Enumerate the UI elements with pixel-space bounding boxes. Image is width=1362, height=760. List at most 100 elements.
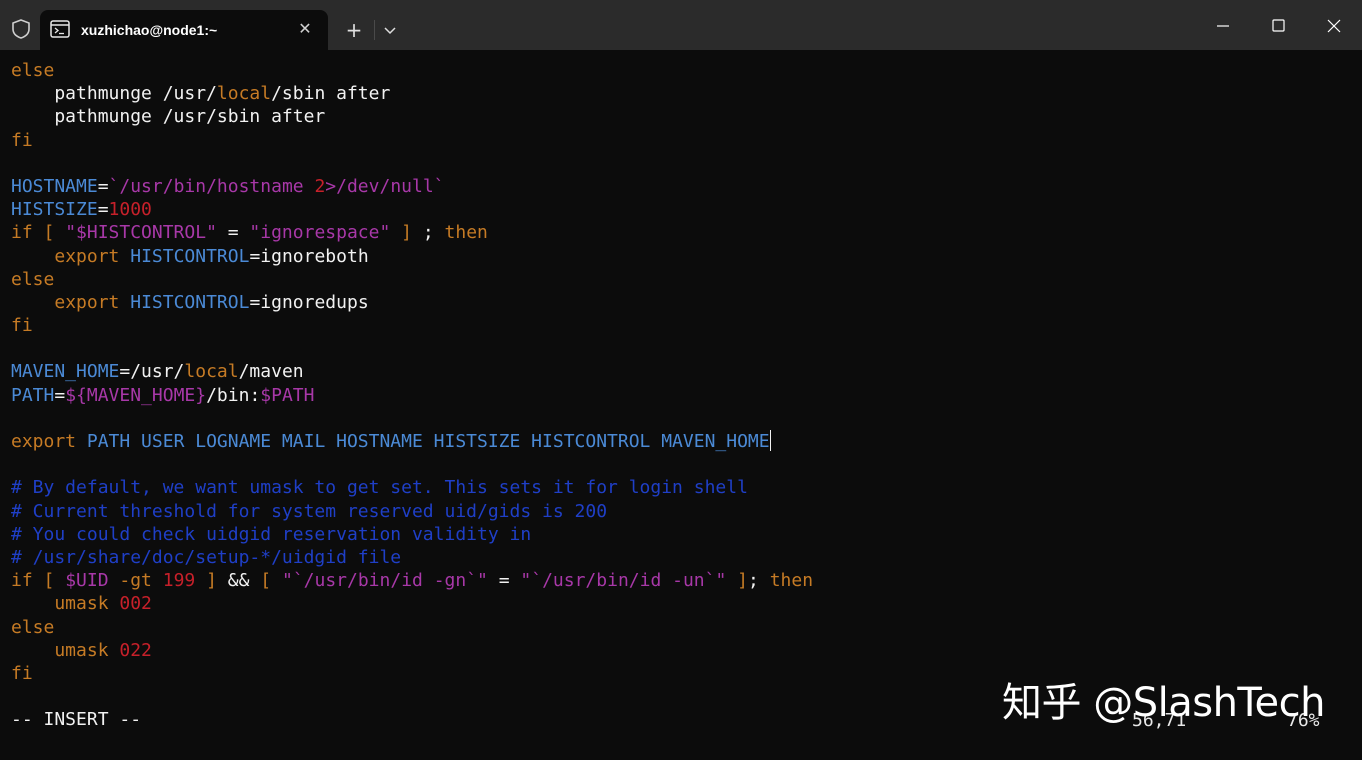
- token-keyword: else: [11, 616, 55, 638]
- token-keyword: ]: [195, 570, 217, 592]
- token-plain: /maven: [238, 361, 304, 383]
- terminal-buffer[interactable]: else pathmunge /usr/local/sbin after pat…: [11, 59, 813, 731]
- terminal-line: # By default, we want umask to get set. …: [11, 476, 813, 499]
- tab-title: xuzhichao@node1:~: [81, 22, 218, 38]
- token-plain: ;: [412, 222, 445, 244]
- close-tab-button[interactable]: ✕: [295, 18, 315, 40]
- token-comment: # Current threshold for system reserved …: [11, 500, 608, 522]
- token-string: "$HISTCONTROL": [65, 222, 217, 244]
- token-keyword: local: [184, 361, 239, 383]
- token-variable: HOSTNAME: [11, 175, 98, 197]
- terminal-line: pathmunge /usr/local/sbin after: [11, 82, 813, 105]
- terminal-line: PATH=${MAVEN_HOME}/bin:$PATH: [11, 384, 813, 407]
- terminal-line: export HISTCONTROL=ignoredups: [11, 291, 813, 314]
- token-string: ${MAVEN_HOME}: [65, 384, 207, 406]
- token-string: $UID: [65, 570, 109, 592]
- token-string: >/dev/null`: [325, 175, 445, 197]
- token-plain: -- INSERT --: [11, 709, 142, 731]
- terminal-line: pathmunge /usr/sbin after: [11, 105, 813, 128]
- token-comment: # By default, we want umask to get set. …: [11, 477, 748, 499]
- close-window-button[interactable]: [1311, 12, 1357, 40]
- token-plain: pathmunge /usr/: [11, 83, 217, 105]
- token-number: 002: [119, 593, 152, 615]
- tab-terminal[interactable]: xuzhichao@node1:~ ✕: [40, 10, 328, 50]
- token-keyword: fi: [11, 315, 33, 337]
- terminal-line: umask 022: [11, 639, 813, 662]
- shield-icon[interactable]: [10, 18, 32, 40]
- token-plain: =: [487, 570, 521, 592]
- token-comment: # /usr/share/doc/setup-*/uidgid file: [11, 546, 402, 568]
- token-plain: &&: [216, 570, 261, 592]
- token-plain: =: [97, 175, 109, 197]
- terminal-line: fi: [11, 314, 813, 337]
- token-keyword: ]: [726, 570, 748, 592]
- terminal-line: else: [11, 268, 813, 291]
- token-plain: /bin:: [206, 384, 261, 406]
- token-keyword: [: [260, 570, 282, 592]
- token-plain: =ignoreboth: [249, 245, 369, 267]
- token-number: 1000: [108, 199, 152, 221]
- token-variable: PATH: [11, 384, 55, 406]
- token-variable: HISTCONTROL: [130, 291, 250, 313]
- terminal-line: HOSTNAME=`/usr/bin/hostname 2>/dev/null`: [11, 175, 813, 198]
- new-tab-button[interactable]: +: [340, 16, 368, 44]
- token-string: "`/usr/bin/id -gn`": [281, 570, 488, 592]
- token-number: 199: [162, 570, 196, 592]
- token-variable: HISTSIZE: [11, 199, 98, 221]
- terminal-line: fi: [11, 129, 813, 152]
- terminal-line: if [ $UID -gt 199 ] && [ "`/usr/bin/id -…: [11, 569, 813, 592]
- token-variable: MAVEN_HOME: [11, 361, 120, 383]
- token-keyword: export: [11, 431, 77, 452]
- tab-divider: [374, 20, 375, 40]
- token-string: "`/usr/bin/id -un`": [520, 570, 727, 592]
- token-plain: pathmunge /usr/sbin after: [11, 106, 326, 128]
- token-keyword: if [: [11, 222, 66, 244]
- terminal-line: if [ "$HISTCONTROL" = "ignorespace" ] ; …: [11, 221, 813, 244]
- terminal-line: else: [11, 616, 813, 639]
- token-plain: =: [216, 222, 250, 244]
- token-string: `/usr/bin/hostname: [108, 175, 315, 197]
- maximize-button[interactable]: [1255, 12, 1301, 40]
- minimize-button[interactable]: [1200, 12, 1246, 40]
- token-plain: =: [54, 384, 66, 406]
- token-variable: PATH USER LOGNAME MAIL HOSTNAME HISTSIZE…: [76, 431, 770, 452]
- chevron-down-icon[interactable]: [382, 22, 398, 38]
- token-string: $PATH: [260, 384, 315, 406]
- token-plain: =/usr/: [119, 361, 185, 383]
- token-keyword: export: [54, 291, 120, 313]
- token-keyword: then: [769, 570, 814, 592]
- token-keyword: fi: [11, 662, 33, 684]
- terminal-line: MAVEN_HOME=/usr/local/maven: [11, 360, 813, 383]
- token-keyword: else: [11, 60, 55, 81]
- token-number: 022: [119, 639, 152, 661]
- terminal-line: fi: [11, 662, 813, 685]
- text-cursor: [769, 430, 771, 451]
- title-bar: xuzhichao@node1:~ ✕ +: [0, 0, 1362, 50]
- token-keyword: else: [11, 268, 55, 290]
- token-variable: HISTCONTROL: [130, 245, 250, 267]
- token-keyword: export: [54, 245, 120, 267]
- token-keyword: if [: [11, 570, 66, 592]
- terminal-icon: [50, 20, 70, 38]
- token-keyword: then: [444, 222, 488, 244]
- token-keyword: umask: [11, 593, 120, 615]
- terminal-line: export PATH USER LOGNAME MAIL HOSTNAME H…: [11, 430, 813, 453]
- terminal-line: umask 002: [11, 592, 813, 615]
- token-keyword: umask: [11, 639, 120, 661]
- terminal-line: HISTSIZE=1000: [11, 198, 813, 221]
- token-number: 2: [314, 175, 326, 197]
- terminal-line: else: [11, 59, 813, 82]
- terminal-line: # /usr/share/doc/setup-*/uidgid file: [11, 546, 813, 569]
- token-keyword: ]: [390, 222, 412, 244]
- token-plain: /sbin after: [271, 83, 391, 105]
- terminal-line: -- INSERT --: [11, 708, 813, 731]
- token-plain: ;: [748, 570, 770, 592]
- terminal-line: # Current threshold for system reserved …: [11, 500, 813, 523]
